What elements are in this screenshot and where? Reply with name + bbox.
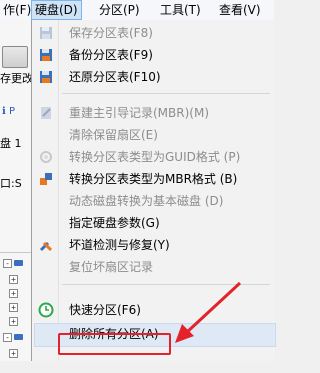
menu-item-label: 备份分区表(F9) (69, 48, 153, 62)
menu-separator (62, 93, 270, 94)
menu-item-label: 快速分区(F6) (69, 303, 141, 317)
menu-tools[interactable]: 工具(T) (157, 0, 204, 20)
menu-item-reset-bad-sectors[interactable]: 复位坏扇区记录 (32, 256, 275, 278)
expand-icon[interactable]: - (3, 333, 12, 342)
disk-icon (14, 260, 23, 266)
menu-item-restore-partition-table[interactable]: 还原分区表(F10) (32, 66, 275, 88)
menu-item-label: 动态磁盘转换为基本磁盘 (D) (69, 194, 224, 208)
save-toolbar-icon[interactable] (2, 46, 28, 68)
save-changes-label: 存更改 (0, 72, 33, 85)
menu-item-label: 复位坏扇区记录 (69, 260, 154, 274)
expand-icon[interactable]: + (9, 349, 18, 358)
disk-dropdown-menu: 保存分区表(F8) 备份分区表(F9) 还原分区表(F10) 重建主引导记录(M… (31, 20, 276, 361)
menu-partition[interactable]: 分区(P) (96, 0, 143, 20)
menu-item-dynamic-to-basic[interactable]: 动态磁盘转换为基本磁盘 (D) (32, 190, 275, 212)
menu-disk[interactable]: 硬盘(D) (31, 0, 82, 20)
expand-icon[interactable]: + (9, 317, 18, 326)
restore-icon (40, 71, 52, 83)
expand-icon[interactable]: + (9, 289, 18, 298)
menu-item-label: 还原分区表(F10) (69, 70, 161, 84)
menu-item-label: 指定硬盘参数(G) (69, 216, 160, 230)
menu-item-rebuild-mbr[interactable]: 重建主引导记录(MBR)(M) (32, 102, 275, 124)
menu-item-label: 保存分区表(F8) (69, 26, 153, 40)
menu-bar: 作(F) 硬盘(D) 分区(P) 工具(T) 查看(V) (0, 0, 274, 21)
menu-file[interactable]: 作(F) (0, 0, 34, 20)
rebuild-mbr-icon (41, 107, 51, 119)
menu-item-convert-to-mbr[interactable]: 转换分区表类型为MBR格式 (B) (32, 168, 275, 190)
menu-item-label: 清除保留扇区(E) (69, 128, 158, 142)
expand-icon[interactable]: - (3, 259, 12, 268)
menu-view[interactable]: 查看(V) (216, 0, 264, 20)
save-icon (40, 27, 52, 39)
port-label: 口:S (0, 177, 22, 190)
menu-item-label: 坏道检测与修复(Y) (69, 238, 170, 252)
disk-icon (14, 334, 23, 340)
convert-guid-icon (40, 151, 52, 163)
menu-item-save-partition-table[interactable]: 保存分区表(F8) (32, 22, 275, 44)
disk-tree: - + + + + - + (0, 252, 31, 373)
annotation-highlight-box (58, 333, 171, 355)
menu-item-quick-partition[interactable]: 快速分区(F6) (32, 299, 275, 321)
expand-icon[interactable]: + (9, 303, 18, 312)
menu-item-label: 转换分区表类型为MBR格式 (B) (69, 172, 238, 186)
backup-icon (40, 49, 52, 61)
expand-icon[interactable]: + (9, 275, 18, 284)
menu-item-label: 重建主引导记录(MBR)(M) (69, 106, 210, 120)
tools-icon (39, 241, 53, 252)
menu-item-backup-partition-table[interactable]: 备份分区表(F9) (32, 44, 275, 66)
convert-mbr-icon (40, 173, 52, 185)
quick-partition-icon (38, 302, 54, 318)
disk-label: 盘 1 (0, 137, 22, 150)
menu-separator (62, 284, 270, 285)
menu-item-clear-reserved-sectors[interactable]: 清除保留扇区(E) (32, 124, 275, 146)
menu-item-specify-disk-parameters[interactable]: 指定硬盘参数(G) (32, 212, 275, 234)
background-left-pane: 存更改 ℹ P 盘 1 口:S - + + + + - + (0, 20, 33, 361)
menu-item-convert-to-guid[interactable]: 转换分区表类型为GUID格式 (P) (32, 146, 275, 168)
menu-item-bad-sector-check[interactable]: 坏道检测与修复(Y) (32, 234, 275, 256)
menu-item-label: 转换分区表类型为GUID格式 (P) (69, 150, 241, 164)
info-label: ℹ P (2, 106, 16, 117)
